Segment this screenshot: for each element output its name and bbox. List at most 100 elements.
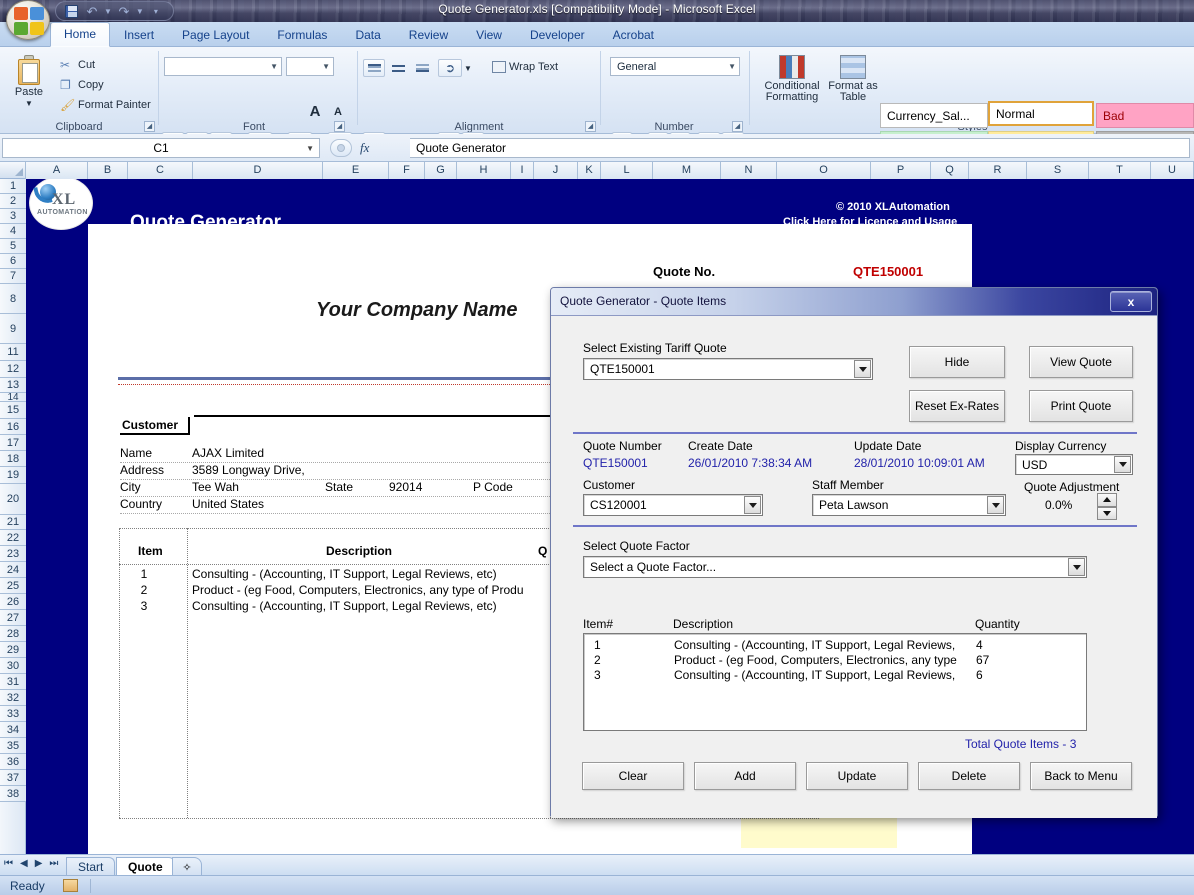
existing-quote-select[interactable]: QTE150001 [583, 358, 873, 380]
tab-review[interactable]: Review [395, 23, 462, 47]
prev-sheet-icon[interactable]: ◀ [20, 858, 28, 869]
column-header-A[interactable]: A [26, 162, 88, 179]
new-sheet-button[interactable]: ✧ [172, 857, 202, 876]
font-dialog-launcher[interactable]: ◢ [334, 121, 345, 132]
print-quote-button[interactable]: Print Quote [1029, 390, 1133, 422]
close-icon[interactable]: x [1110, 291, 1152, 312]
clear-button[interactable]: Clear [582, 762, 684, 790]
column-header-L[interactable]: L [601, 162, 653, 179]
number-format-select[interactable]: General ▼ [610, 57, 740, 76]
row-header-3[interactable]: 3 [0, 209, 26, 224]
column-header-R[interactable]: R [969, 162, 1027, 179]
row-header-17[interactable]: 17 [0, 435, 26, 451]
display-currency-select[interactable]: USD [1015, 454, 1133, 475]
name-box[interactable]: C1 ▼ [2, 138, 320, 158]
row-header-33[interactable]: 33 [0, 706, 26, 722]
row-header-11[interactable]: 11 [0, 344, 26, 361]
column-header-T[interactable]: T [1089, 162, 1151, 179]
quick-access-toolbar[interactable]: ↶ ▼ ↷ ▼ ▾ [55, 1, 174, 21]
sheet-nav-arrows[interactable]: ⏮ ◀ ▶ ⏭ [4, 858, 58, 869]
row-header-5[interactable]: 5 [0, 239, 26, 254]
dialog-title-bar[interactable]: Quote Generator - Quote Items x [551, 288, 1157, 316]
column-header-J[interactable]: J [534, 162, 578, 179]
column-header-H[interactable]: H [457, 162, 511, 179]
customize-qat-button[interactable]: ▾ [147, 3, 165, 19]
column-header-B[interactable]: B [88, 162, 128, 179]
add-button[interactable]: Add [694, 762, 796, 790]
first-sheet-icon[interactable]: ⏮ [4, 858, 13, 869]
stepper-down-icon[interactable] [1097, 506, 1117, 520]
row-header-4[interactable]: 4 [0, 224, 26, 239]
chevron-down-icon[interactable] [854, 360, 871, 378]
column-header-S[interactable]: S [1027, 162, 1089, 179]
grow-font-button[interactable]: A [305, 102, 325, 120]
font-size-input[interactable]: ▼ [286, 57, 334, 76]
sheet-tab-quote[interactable]: Quote [116, 857, 175, 876]
orientation-button[interactable]: ➲ [438, 59, 462, 77]
sheet-tab-start[interactable]: Start [66, 857, 116, 876]
alignment-dialog-launcher[interactable]: ◢ [585, 121, 596, 132]
office-button[interactable] [6, 0, 50, 40]
row-header-2[interactable]: 2 [0, 194, 26, 209]
row-header-32[interactable]: 32 [0, 690, 26, 706]
reset-ex-rates-button[interactable]: Reset Ex-Rates [909, 390, 1005, 422]
back-to-menu-button[interactable]: Back to Menu [1030, 762, 1132, 790]
licence-link[interactable]: Click Here for Licence and Usage [783, 216, 957, 228]
paste-dropdown-icon[interactable]: ▼ [25, 98, 33, 109]
column-header-E[interactable]: E [323, 162, 389, 179]
wrap-text-button[interactable]: Wrap Text [488, 59, 562, 75]
chevron-down-icon[interactable] [1068, 558, 1085, 576]
save-button[interactable] [62, 3, 80, 19]
tab-page-layout[interactable]: Page Layout [168, 23, 263, 47]
view-quote-button[interactable]: View Quote [1029, 346, 1133, 378]
row-header-30[interactable]: 30 [0, 658, 26, 674]
column-header-P[interactable]: P [871, 162, 931, 179]
align-bottom-button[interactable] [411, 59, 433, 77]
style-bad[interactable]: Bad [1096, 103, 1194, 128]
quote-factor-select[interactable]: Select a Quote Factor... [583, 556, 1087, 578]
update-button[interactable]: Update [806, 762, 908, 790]
hide-button[interactable]: Hide [909, 346, 1005, 378]
row-header-12[interactable]: 12 [0, 361, 26, 378]
align-middle-button[interactable] [387, 59, 409, 77]
redo-dropdown-icon[interactable]: ▼ [136, 7, 144, 16]
row-header-31[interactable]: 31 [0, 674, 26, 690]
tab-insert[interactable]: Insert [110, 23, 168, 47]
tab-acrobat[interactable]: Acrobat [599, 23, 668, 47]
row-header-7[interactable]: 7 [0, 269, 26, 284]
font-name-input[interactable]: ▼ [164, 57, 282, 76]
next-sheet-icon[interactable]: ▶ [35, 858, 43, 869]
row-header-21[interactable]: 21 [0, 515, 26, 530]
row-header-26[interactable]: 26 [0, 594, 26, 610]
cut-button[interactable]: Cut [56, 56, 99, 74]
row-header-16[interactable]: 16 [0, 419, 26, 435]
format-painter-button[interactable]: Format Painter [56, 96, 155, 114]
row-header-38[interactable]: 38 [0, 786, 26, 802]
row-header-23[interactable]: 23 [0, 546, 26, 562]
paste-button[interactable]: Paste ▼ [6, 55, 52, 109]
chevron-down-icon[interactable] [1114, 456, 1131, 473]
row-header-24[interactable]: 24 [0, 562, 26, 578]
quote-items-listbox[interactable]: 1 Consulting - (Accounting, IT Support, … [583, 633, 1087, 731]
column-header-I[interactable]: I [511, 162, 534, 179]
row-header-37[interactable]: 37 [0, 770, 26, 786]
conditional-formatting-button[interactable]: Conditional Formatting [760, 55, 824, 103]
column-header-C[interactable]: C [128, 162, 193, 179]
column-header-N[interactable]: N [721, 162, 777, 179]
column-header-K[interactable]: K [578, 162, 601, 179]
row-header-14[interactable]: 14 [0, 392, 26, 403]
delete-button[interactable]: Delete [918, 762, 1020, 790]
tab-formulas[interactable]: Formulas [263, 23, 341, 47]
shrink-font-button[interactable]: A [328, 103, 348, 121]
chevron-down-icon[interactable] [987, 496, 1004, 514]
column-header-D[interactable]: D [193, 162, 323, 179]
row-header-8[interactable]: 8 [0, 284, 26, 314]
row-header-9[interactable]: 9 [0, 314, 26, 344]
row-header-19[interactable]: 19 [0, 467, 26, 484]
row-header-1[interactable]: 1 [0, 179, 26, 194]
insert-function-button[interactable]: fx [360, 140, 369, 156]
row-header-35[interactable]: 35 [0, 738, 26, 754]
copy-button[interactable]: Copy [56, 76, 108, 94]
column-header-Q[interactable]: Q [931, 162, 969, 179]
record-macro-icon[interactable] [62, 879, 78, 892]
